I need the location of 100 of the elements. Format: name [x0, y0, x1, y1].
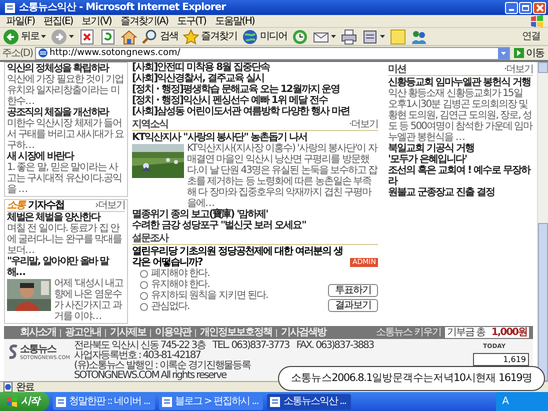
dropdown-arrow-icon: [69, 35, 74, 38]
article-title[interactable]: 체벌은 체벌을 양산한다: [7, 212, 125, 223]
article-title[interactable]: 멸종위기 종의 보고(寶庫) '맘하제': [132, 209, 378, 220]
logo: 소통: [7, 200, 25, 211]
taskbar-button[interactable]: 블로그 > 편집하시 ...: [158, 394, 264, 410]
windows-logo-icon: [530, 15, 544, 27]
article-title[interactable]: '모두가 은혜입니다': [388, 154, 533, 165]
dropdown-arrow-icon: [331, 35, 336, 38]
close-button[interactable]: [533, 2, 546, 14]
footer-link[interactable]: 광고안내: [65, 327, 101, 338]
more-link[interactable]: ·더보기: [348, 119, 378, 130]
go-arrow-icon: [514, 48, 524, 58]
headline-link[interactable]: [정치 · 행정]평생학습 문해교육 오는 12월까지 운영: [132, 84, 378, 95]
article-title[interactable]: KT익산지사 "사랑의 봉사단" 농촌돕기 나서: [132, 132, 378, 143]
headline-link[interactable]: [정치 · 행정]익산시 펜싱선수 예빠 1위 메달 전수: [132, 95, 378, 106]
article-summary: 며칠 전 일이다. 동료가 집 안에 굴러다니는 완구를 막대를 보더…: [7, 223, 123, 256]
menu-item[interactable]: 즐겨찾기(A): [120, 16, 168, 26]
menu-item[interactable]: 편집(E): [44, 16, 73, 26]
history-button[interactable]: [291, 28, 309, 45]
menu-item[interactable]: 도움말(H): [214, 16, 254, 26]
option-label[interactable]: 유지하되 원칙을 지키면 된다.: [151, 290, 268, 301]
menu-item[interactable]: 도구(T): [177, 16, 206, 26]
option-label[interactable]: 관심없다.: [151, 301, 190, 312]
company-info: SOTONGNEWS.COM All rights reserve: [74, 371, 226, 381]
scrollbar[interactable]: [537, 62, 548, 381]
dropdown-arrow-icon: [380, 35, 385, 38]
article-title[interactable]: 익산의 정체성을 확립하라: [7, 63, 125, 74]
radio-button[interactable]: [140, 270, 148, 278]
article-title[interactable]: 조선의 혹은 교회여 ! 예수로 무장하라: [388, 165, 533, 187]
radio-button[interactable]: [140, 302, 148, 310]
more-link[interactable]: ›더보기: [95, 200, 125, 211]
globe-icon: [242, 28, 258, 44]
window-title: 소통뉴스익산 - Microsoft Internet Explorer: [19, 2, 227, 13]
headline-link[interactable]: [사회]삼성동 어린이도서관 여름방학 다양한 행사 마련: [132, 106, 378, 117]
address-label: 주소(D): [2, 48, 33, 58]
article-title[interactable]: 공조직의 체질을 개선하라: [7, 107, 125, 118]
forward-button[interactable]: [50, 28, 75, 45]
more-link[interactable]: ·더보기: [504, 64, 533, 75]
option-label[interactable]: 폐지해야 한다.: [151, 268, 210, 279]
option-label[interactable]: 유지해야 한다.: [151, 279, 210, 290]
article-title[interactable]: 원불교 군종장교 진출 결정: [388, 187, 533, 198]
article-title[interactable]: "우리말, 알아야만 올바 말해…: [7, 256, 125, 278]
headline-link[interactable]: [사회]익산경찰서, 결주교육 실시: [132, 73, 378, 84]
company-info: FAX. 063)837-3883: [296, 341, 374, 351]
people-icon: [411, 28, 427, 44]
radio-button[interactable]: [140, 280, 148, 288]
results-button[interactable]: 결과보기: [328, 299, 378, 312]
footer-link[interactable]: 회사소개: [20, 327, 56, 338]
headline-link[interactable]: [사회]안전띠 미착용 8월 집중단속: [132, 62, 378, 73]
article-title[interactable]: 북일교회 기공식 거행: [388, 143, 533, 154]
print-button[interactable]: [340, 28, 358, 45]
maximize-button[interactable]: [519, 2, 532, 14]
search-icon: [142, 28, 158, 44]
menu-item[interactable]: 보기(V): [82, 16, 112, 26]
section-title: 기자수첩: [28, 200, 65, 211]
messenger-button[interactable]: [410, 28, 428, 45]
company-info: 사업자등록번호 : 403-81-42187: [74, 351, 200, 361]
article-summary: 익산 황등소재 신황등교회가 15일 오후1시30분 김병곤 도의회의장 및 황현 도의원, 김연근 도의원, 장로, 성도 등 500여명이 참석한 가운데 임마누엘관 봉헌식을 …: [388, 88, 533, 143]
windows-logo-icon: [6, 396, 18, 408]
menu-item[interactable]: 파일(F): [6, 16, 35, 26]
home-button[interactable]: [120, 28, 138, 45]
address-field[interactable]: http://www.sotongnews.com/: [34, 46, 510, 60]
browser-icon: [4, 2, 16, 14]
back-button[interactable]: 뒤로: [2, 28, 47, 45]
radio-button[interactable]: [140, 292, 148, 300]
favorites-button[interactable]: 즐겨찾기: [182, 28, 238, 45]
edit-button[interactable]: [361, 28, 386, 45]
footer-link[interactable]: 이용약관: [155, 327, 191, 338]
company-info: 전라북도 익산시 신동 745-22 3층: [74, 341, 206, 351]
vote-button[interactable]: 투표하기: [328, 284, 378, 297]
company-info: TEL. 063)837-3773: [212, 341, 290, 351]
star-icon: [183, 28, 199, 44]
browser-icon: [56, 396, 66, 406]
taskbar-button[interactable]: 청말한판 :: 네이버 ...: [53, 394, 155, 410]
status-text: 완료: [16, 382, 34, 392]
browser-icon: [162, 396, 172, 406]
links-label[interactable]: 연결: [522, 31, 540, 42]
footer-link[interactable]: 기사검색방: [281, 327, 326, 338]
search-button[interactable]: 검색: [141, 28, 179, 45]
section-title: 지역소식: [132, 119, 168, 130]
visitor-counter: 1,619: [473, 353, 529, 366]
taskbar-button[interactable]: 소통뉴스익산 ...: [267, 394, 351, 410]
browser-icon: [270, 396, 280, 406]
article-title[interactable]: 신황등교회 임마누엘관 봉헌식 거행: [388, 77, 533, 88]
article-summary: 어제 '대성시 내고 향에 나온 염운수가 사진가지고 과거를 이야…: [54, 278, 124, 322]
stop-button[interactable]: [78, 28, 96, 45]
refresh-icon: [100, 28, 116, 44]
input-indicator[interactable]: A: [502, 396, 508, 407]
note-icon: [390, 28, 406, 44]
article-title[interactable]: 수려한 금강 성당포구 "벌신굿 보러 오세요": [132, 220, 378, 231]
minimize-button[interactable]: [505, 2, 518, 14]
donation-label: 소통뉴스 키우기: [376, 327, 441, 338]
go-button[interactable]: 이동: [512, 48, 546, 58]
article-title[interactable]: 새 시장에 바란다: [7, 151, 125, 162]
logo-name: 소통뉴스: [20, 344, 56, 354]
footer-link[interactable]: 개인정보보호정책: [200, 327, 272, 338]
media-button[interactable]: 미디어: [241, 28, 288, 45]
refresh-button[interactable]: [99, 28, 117, 45]
poll-question: 열린우리당 기초의원 정당공천제에 대한 여러분의 생각은 어떻습니까?: [132, 246, 344, 268]
footer-link[interactable]: 기사제보: [110, 327, 146, 338]
